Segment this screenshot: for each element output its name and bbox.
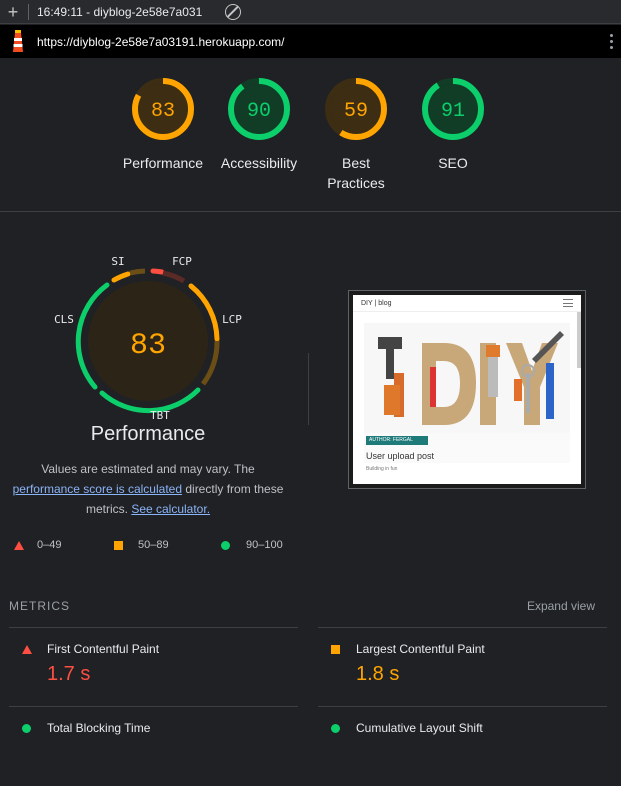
gauge-ring: 90 — [228, 78, 290, 140]
metric-name: First Contentful Paint — [47, 642, 160, 656]
metric-name: Largest Contentful Paint — [356, 642, 485, 656]
see-calculator-link[interactable]: See calculator. — [131, 502, 210, 516]
tbt-label: TBT — [150, 409, 170, 422]
average-square-icon — [114, 540, 123, 550]
gauge-label: Accessibility — [220, 155, 298, 171]
report-url-bar: https://diyblog-2e58e7a03191.herokuapp.c… — [0, 25, 621, 58]
metrics-heading: METRICS — [9, 599, 70, 613]
metric-first-contentful-paint: First Contentful Paint 1.7 s — [9, 627, 298, 707]
lcp-label: LCP — [222, 313, 242, 326]
performance-description: Values are estimated and may vary. The p… — [0, 459, 296, 519]
gauge-label: SEO — [438, 155, 468, 171]
metric-total-blocking-time: Total Blocking Time — [9, 706, 298, 786]
gauge-score: 91 — [441, 100, 465, 123]
fail-triangle-icon — [22, 645, 32, 654]
desc-text: Values are estimated and may vary. The — [41, 462, 255, 476]
pass-circle-icon — [221, 540, 230, 550]
fail-triangle-icon — [14, 540, 24, 550]
legend-fail-label: 0–49 — [37, 539, 62, 551]
gauge-label: Best Practices — [327, 155, 385, 191]
screenshot-post-title: User upload post — [366, 451, 435, 461]
new-report-button[interactable]: + — [0, 0, 26, 24]
legend-pass: 90–100 — [221, 539, 283, 551]
hamburger-icon — [563, 299, 573, 307]
gauge-accessibility[interactable]: 90 Accessibility — [209, 76, 309, 173]
screenshot-page: DIY | blog AUTHOR: FERGAL User upload po… — [353, 295, 581, 484]
diy-tools-image — [364, 323, 570, 433]
final-screenshot[interactable]: DIY | blog AUTHOR: FERGAL User upload po… — [348, 290, 586, 489]
gauge-score: 59 — [344, 100, 368, 123]
performance-title: Performance — [90, 423, 206, 445]
metric-largest-contentful-paint: Largest Contentful Paint 1.8 s — [318, 627, 607, 707]
screenshot-post-subtitle: Building in fun — [366, 466, 398, 472]
gauge-ring: 83 — [132, 78, 194, 140]
si-segment-rest — [129, 268, 146, 276]
gauge-ring: 91 — [422, 78, 484, 140]
expand-view-button[interactable]: Expand view — [527, 599, 595, 613]
metric-value: 1.7 s — [47, 663, 91, 685]
average-square-icon — [331, 645, 340, 654]
score-calculated-link[interactable]: performance score is calculated — [13, 482, 182, 496]
fcp-segment-rest — [162, 270, 186, 284]
metric-value: 1.8 s — [356, 663, 400, 685]
gauge-best-practices[interactable]: 59 Best Practices — [306, 76, 406, 193]
score-legend: 0–49 50–89 90–100 — [14, 539, 314, 555]
report-select[interactable]: 16:49:11 - diyblog-2e58e7a031 ▼ — [37, 5, 203, 19]
fcp-segment — [150, 268, 165, 275]
report-url[interactable]: https://diyblog-2e58e7a03191.herokuapp.c… — [37, 35, 601, 49]
screenshot-brand: DIY | blog — [361, 299, 392, 307]
lighthouse-logo-icon — [10, 29, 26, 54]
devtools-toolbar: + 16:49:11 - diyblog-2e58e7a031 ▼ — [0, 0, 621, 24]
screenshot-navbar: DIY | blog — [353, 295, 581, 312]
metric-cumulative-layout-shift: Cumulative Layout Shift — [318, 706, 607, 786]
toolbar-divider — [28, 3, 29, 20]
cls-label: CLS — [54, 313, 74, 326]
metrics-header: METRICS Expand view — [9, 597, 604, 617]
desc-text: metrics. — [85, 502, 132, 516]
metric-name: Cumulative Layout Shift — [356, 721, 483, 735]
si-label: SI — [111, 255, 124, 268]
pass-circle-icon — [22, 724, 31, 733]
gauge-seo[interactable]: 91 SEO — [403, 76, 503, 173]
legend-average: 50–89 — [114, 539, 169, 551]
legend-fail: 0–49 — [14, 539, 61, 551]
legend-pass-label: 90–100 — [246, 539, 283, 551]
performance-score: 83 — [130, 329, 166, 363]
report-select-label: 16:49:11 - diyblog-2e58e7a031 — [37, 4, 203, 19]
gauge-ring: 59 — [325, 78, 387, 140]
screenshot-scrollbar — [577, 312, 581, 368]
clear-icon[interactable] — [225, 3, 241, 20]
gauge-label: Performance — [122, 155, 204, 171]
screenshot-author-badge: AUTHOR: FERGAL — [366, 436, 428, 445]
legend-average-label: 50–89 — [138, 539, 169, 551]
metric-name: Total Blocking Time — [47, 721, 151, 735]
pass-circle-icon — [331, 724, 340, 733]
gauge-score: 83 — [151, 100, 175, 123]
desc-text: directly from these — [182, 482, 284, 496]
category-gauges: 83 Performance 90 Accessibility 59 Best … — [0, 58, 621, 212]
gauge-performance[interactable]: 83 Performance — [113, 76, 213, 173]
section-divider — [308, 353, 309, 425]
si-segment — [111, 271, 131, 283]
more-options-icon[interactable] — [601, 34, 621, 49]
performance-metrics-gauge: 83 SI FCP LCP TBT CLS — [54, 255, 242, 422]
gauge-score: 90 — [247, 100, 271, 123]
fcp-label: FCP — [172, 255, 192, 268]
